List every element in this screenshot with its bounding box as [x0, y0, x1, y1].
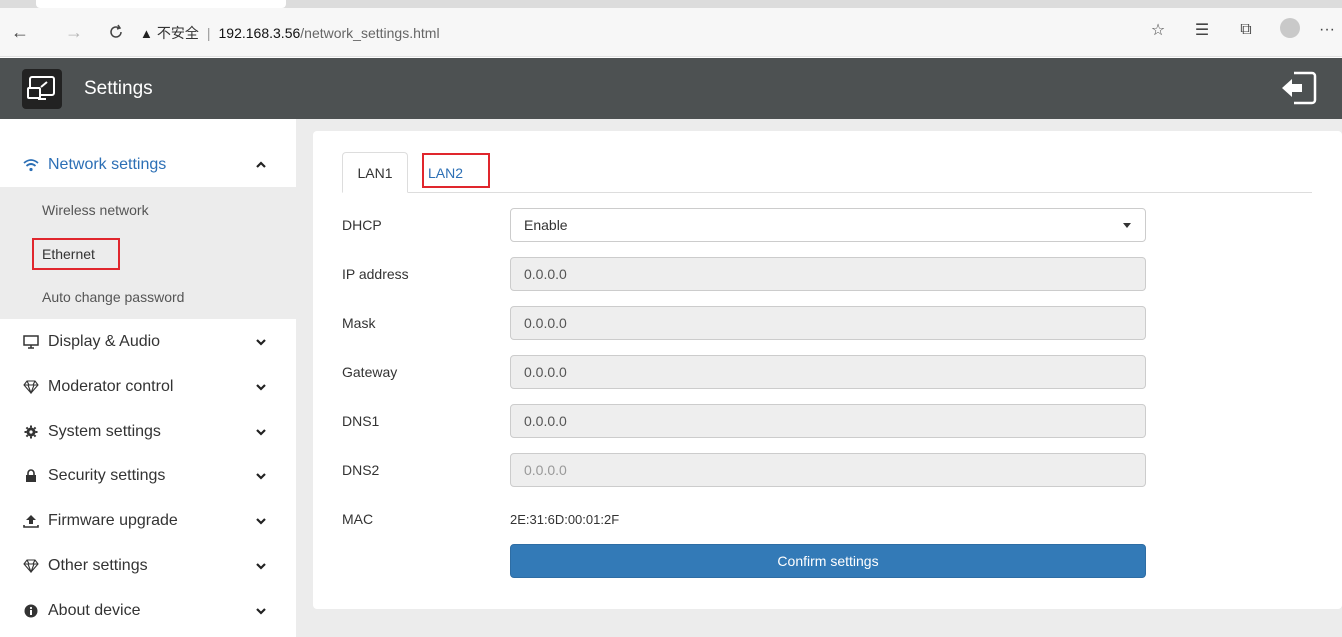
address-separator: |	[206, 25, 211, 41]
sidebar-item-system-settings[interactable]: System settings	[0, 410, 296, 454]
mac-label: MAC	[342, 511, 374, 527]
more-icon[interactable]: ···	[1312, 21, 1342, 39]
chevron-down-icon[interactable]	[255, 381, 267, 393]
sidebar-item-label: Other settings	[48, 557, 148, 574]
address-bar[interactable]: ▲ 不安全 | 192.168.3.56 /network_settings.h…	[140, 19, 1160, 47]
url-host: 192.168.3.56	[218, 25, 301, 41]
upload-icon	[22, 512, 40, 530]
dns2-label: DNS2	[342, 462, 380, 478]
sidebar-item-label: About device	[48, 602, 141, 619]
tab-lan1[interactable]: LAN1	[342, 152, 408, 193]
page-title: Settings	[84, 77, 153, 99]
sidebar-item-label: Security settings	[48, 467, 166, 484]
browser-actions: ☆ ☰ ⧉ ···	[1136, 16, 1342, 44]
sidebar-item-security-settings[interactable]: Security settings	[0, 454, 296, 498]
submenu-item-wireless-network[interactable]: Wireless network	[42, 202, 149, 218]
insecure-label: 不安全	[156, 25, 199, 41]
mac-value: 2E:31:6D:00:01:2F	[510, 512, 620, 527]
collections-icon[interactable]: ⧉	[1224, 21, 1268, 39]
back-icon[interactable]: ←	[6, 18, 34, 46]
sidebar-item-display-audio[interactable]: Display & Audio	[0, 320, 296, 364]
browser-tab[interactable]	[36, 0, 286, 8]
screen-share-logo-icon	[22, 68, 62, 109]
chevron-up-icon[interactable]	[255, 159, 267, 171]
info-icon	[22, 602, 40, 620]
sidebar-item-moderator-control[interactable]: Moderator control	[0, 365, 296, 409]
profile-icon[interactable]	[1268, 17, 1312, 43]
highlight-box	[422, 153, 490, 188]
sidebar-item-label: Moderator control	[48, 378, 174, 395]
sidebar-item-other-settings[interactable]: Other settings	[0, 544, 296, 588]
url-path: /network_settings.html	[300, 25, 440, 41]
logout-icon[interactable]	[1280, 69, 1318, 107]
favorite-add-icon[interactable]: ☆	[1136, 20, 1180, 40]
dhcp-label: DHCP	[342, 217, 382, 233]
dropdown-caret-icon	[1123, 223, 1131, 228]
sidebar-item-about-device[interactable]: About device	[0, 589, 296, 633]
chevron-down-icon[interactable]	[255, 515, 267, 527]
highlight-box	[32, 238, 120, 270]
chevron-down-icon[interactable]	[255, 426, 267, 438]
browser-toolbar: ← → ▲ 不安全 | 192.168.3.56 /network_settin…	[0, 8, 1342, 57]
chevron-down-icon[interactable]	[255, 605, 267, 617]
browser-tabstrip	[0, 0, 1342, 8]
sidebar-item-firmware-upgrade[interactable]: Firmware upgrade	[0, 499, 296, 543]
mask-field[interactable]: 0.0.0.0	[510, 306, 1146, 340]
wifi-icon	[22, 156, 40, 174]
favorites-icon[interactable]: ☰	[1180, 20, 1224, 40]
sidebar-item-label: System settings	[48, 423, 161, 440]
refresh-icon[interactable]	[102, 18, 130, 46]
sidebar-item-label: Display & Audio	[48, 333, 161, 350]
confirm-settings-button[interactable]: Confirm settings	[510, 544, 1146, 578]
diamond-icon	[22, 378, 40, 396]
dns2-field[interactable]: 0.0.0.0	[510, 453, 1146, 487]
gateway-label: Gateway	[342, 364, 398, 380]
chevron-down-icon[interactable]	[255, 336, 267, 348]
dhcp-select[interactable]: Enable	[510, 208, 1146, 242]
dns1-field[interactable]: 0.0.0.0	[510, 404, 1146, 438]
warning-icon: ▲	[140, 25, 153, 41]
gateway-field[interactable]: 0.0.0.0	[510, 355, 1146, 389]
ip-address-field[interactable]: 0.0.0.0	[510, 257, 1146, 291]
chevron-down-icon[interactable]	[255, 560, 267, 572]
sidebar-item-label: Firmware upgrade	[48, 512, 178, 529]
forward-icon[interactable]: →	[60, 18, 88, 46]
chevron-down-icon[interactable]	[255, 470, 267, 482]
dhcp-selected-value: Enable	[524, 217, 568, 233]
mask-label: Mask	[342, 315, 376, 331]
monitor-icon	[22, 333, 40, 351]
submenu-item-auto-change-password[interactable]: Auto change password	[42, 289, 184, 305]
sidebar-item-network-settings[interactable]: Network settings	[0, 143, 296, 187]
dns1-label: DNS1	[342, 413, 380, 429]
app-header: Settings	[0, 58, 1342, 119]
diamond-icon	[22, 557, 40, 575]
sidebar-item-label: Network settings	[48, 156, 167, 173]
gear-icon	[22, 423, 40, 441]
lock-icon	[22, 467, 40, 485]
ip-address-label: IP address	[342, 266, 409, 282]
